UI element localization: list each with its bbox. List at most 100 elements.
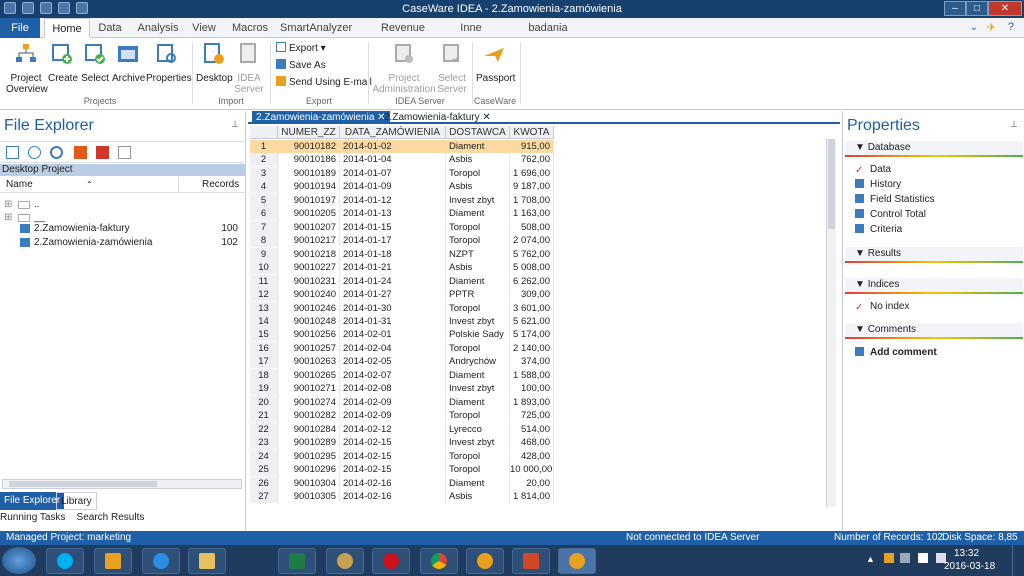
- list-item[interactable]: 2.Zamowienia-zamówienia 102: [0, 236, 246, 249]
- close-icon[interactable]: ✕: [482, 112, 490, 123]
- export-button[interactable]: Export ▾: [276, 42, 326, 56]
- cell-data-zamowienia[interactable]: 2014-02-04: [340, 341, 446, 355]
- row-number[interactable]: 3: [250, 166, 278, 180]
- prop-control-total[interactable]: Control Total: [855, 208, 926, 222]
- prop-no-index[interactable]: ✓ No index: [855, 300, 909, 314]
- cell-kwota[interactable]: 508,00: [510, 220, 554, 234]
- cell-data-zamowienia[interactable]: 2014-02-16: [340, 476, 446, 490]
- delete-icon[interactable]: [96, 146, 109, 159]
- list-item[interactable]: ⊞..: [0, 198, 246, 211]
- cell-dostawca[interactable]: Lyrecco: [446, 422, 510, 436]
- cell-kwota[interactable]: 3 601,00: [510, 301, 554, 315]
- cell-kwota[interactable]: 5 008,00: [510, 261, 554, 275]
- cell-kwota[interactable]: 5 174,00: [510, 328, 554, 342]
- cell-data-zamowienia[interactable]: 2014-02-12: [340, 422, 446, 436]
- table-row[interactable]: 21 90010282 2014-02-09 Toropol 725,00: [250, 409, 556, 423]
- cell-numer-zz[interactable]: 90010265: [278, 368, 340, 382]
- table-row[interactable]: 13 90010246 2014-01-30 Toropol 3 601,00: [250, 301, 556, 315]
- clock-time[interactable]: 13:32: [954, 548, 979, 559]
- cell-dostawca[interactable]: Diament: [446, 395, 510, 409]
- taskbar-outlook[interactable]: [94, 548, 132, 574]
- table-row[interactable]: 9 90010218 2014-01-18 NZPT 5 762,00: [250, 247, 556, 261]
- cell-numer-zz[interactable]: 90010217: [278, 234, 340, 248]
- tab-revenue-assurance[interactable]: Revenue Assurance: [360, 18, 446, 54]
- row-number[interactable]: 7: [250, 220, 278, 234]
- cell-kwota[interactable]: 374,00: [510, 355, 554, 369]
- table-row[interactable]: 16 90010257 2014-02-04 Toropol 2 140,00: [250, 341, 556, 355]
- cell-data-zamowienia[interactable]: 2014-01-21: [340, 261, 446, 275]
- cell-data-zamowienia[interactable]: 2014-01-15: [340, 220, 446, 234]
- prop-data[interactable]: ✓ Data: [855, 163, 891, 177]
- table-row[interactable]: 10 90010227 2014-01-21 Asbis 5 008,00: [250, 261, 556, 275]
- taskbar-ie[interactable]: [142, 548, 180, 574]
- cell-kwota[interactable]: 725,00: [510, 409, 554, 423]
- cell-dostawca[interactable]: Diament: [446, 476, 510, 490]
- cell-data-zamowienia[interactable]: 2014-02-01: [340, 328, 446, 342]
- cell-kwota[interactable]: 20,00: [510, 476, 554, 490]
- cell-kwota[interactable]: 10 000,00: [510, 463, 554, 477]
- cell-dostawca[interactable]: Toropol: [446, 301, 510, 315]
- row-number[interactable]: 15: [250, 328, 278, 342]
- taskbar-opera[interactable]: [372, 548, 410, 574]
- row-number[interactable]: 26: [250, 476, 278, 490]
- row-number[interactable]: 4: [250, 180, 278, 194]
- tray-icon[interactable]: [900, 553, 910, 563]
- table-row[interactable]: 24 90010295 2014-02-15 Toropol 428,00: [250, 449, 556, 463]
- table-row[interactable]: 23 90010289 2014-02-15 Invest zbyt 468,00: [250, 436, 556, 450]
- vertical-scrollbar[interactable]: [826, 139, 836, 507]
- row-number[interactable]: 6: [250, 207, 278, 221]
- section-indices[interactable]: ▼ Indices: [845, 278, 1023, 294]
- table-row[interactable]: 3 90010189 2014-01-07 Toropol 1 696,00: [250, 166, 556, 180]
- tray-icon[interactable]: [884, 553, 894, 563]
- cell-numer-zz[interactable]: 90010296: [278, 463, 340, 477]
- cell-kwota[interactable]: 915,00: [510, 140, 554, 153]
- cell-numer-zz[interactable]: 90010274: [278, 395, 340, 409]
- cell-numer-zz[interactable]: 90010284: [278, 422, 340, 436]
- row-number[interactable]: 27: [250, 489, 278, 503]
- cell-kwota[interactable]: 9 187,00: [510, 180, 554, 194]
- cell-kwota[interactable]: 6 262,00: [510, 274, 554, 288]
- cell-numer-zz[interactable]: 90010189: [278, 166, 340, 180]
- cell-dostawca[interactable]: Invest zbyt: [446, 193, 510, 207]
- cell-data-zamowienia[interactable]: 2014-02-08: [340, 382, 446, 396]
- section-comments[interactable]: ▼ Comments: [845, 323, 1023, 339]
- expand-icon[interactable]: ⊞: [4, 198, 12, 211]
- row-number[interactable]: 8: [250, 234, 278, 248]
- cell-dostawca[interactable]: Invest zbyt: [446, 314, 510, 328]
- idea-server-import-button[interactable]: IDEA Server: [234, 42, 264, 95]
- table-row[interactable]: 12 90010240 2014-01-27 PPTR 309,00: [250, 288, 556, 302]
- tab-inne[interactable]: Inne: [456, 18, 486, 38]
- cell-numer-zz[interactable]: 90010182: [278, 140, 340, 153]
- clock-date[interactable]: 2016-03-18: [944, 561, 995, 572]
- properties-button[interactable]: Properties: [146, 42, 192, 84]
- cell-dostawca[interactable]: Diament: [446, 140, 510, 153]
- section-results[interactable]: ▼ Results: [845, 247, 1023, 263]
- scroll-thumb[interactable]: [9, 481, 157, 487]
- row-number[interactable]: 21: [250, 409, 278, 423]
- prop-field-statistics[interactable]: Field Statistics: [855, 193, 934, 207]
- cell-data-zamowienia[interactable]: 2014-01-13: [340, 207, 446, 221]
- cell-kwota[interactable]: 1 696,00: [510, 166, 554, 180]
- table-row[interactable]: 17 90010263 2014-02-05 Andrychów 374,00: [250, 355, 556, 369]
- cell-data-zamowienia[interactable]: 2014-02-05: [340, 355, 446, 369]
- cell-kwota[interactable]: 5 762,00: [510, 247, 554, 261]
- cell-data-zamowienia[interactable]: 2014-02-09: [340, 409, 446, 423]
- archive-button[interactable]: Archive: [112, 42, 145, 84]
- row-number[interactable]: 20: [250, 395, 278, 409]
- close-button[interactable]: ✕: [988, 1, 1022, 16]
- cell-kwota[interactable]: 5 621,00: [510, 314, 554, 328]
- cell-kwota[interactable]: 468,00: [510, 436, 554, 450]
- cell-dostawca[interactable]: Toropol: [446, 463, 510, 477]
- cell-kwota[interactable]: 762,00: [510, 153, 554, 167]
- add-comment-link[interactable]: Add comment: [855, 346, 937, 360]
- search-results-tab[interactable]: Search Results: [77, 512, 145, 523]
- tab-faktury[interactable]: 2.Zamowienia-faktury ✕: [380, 111, 495, 124]
- row-number[interactable]: 1: [250, 140, 278, 153]
- cell-data-zamowienia[interactable]: 2014-02-16: [340, 489, 446, 503]
- help-icon[interactable]: ?: [1008, 21, 1014, 33]
- col-header-kwota[interactable]: KWOTA: [510, 126, 554, 139]
- horizontal-scrollbar[interactable]: [2, 479, 242, 489]
- taskbar-compass[interactable]: [466, 548, 504, 574]
- cell-numer-zz[interactable]: 90010205: [278, 207, 340, 221]
- cell-kwota[interactable]: 1 588,00: [510, 368, 554, 382]
